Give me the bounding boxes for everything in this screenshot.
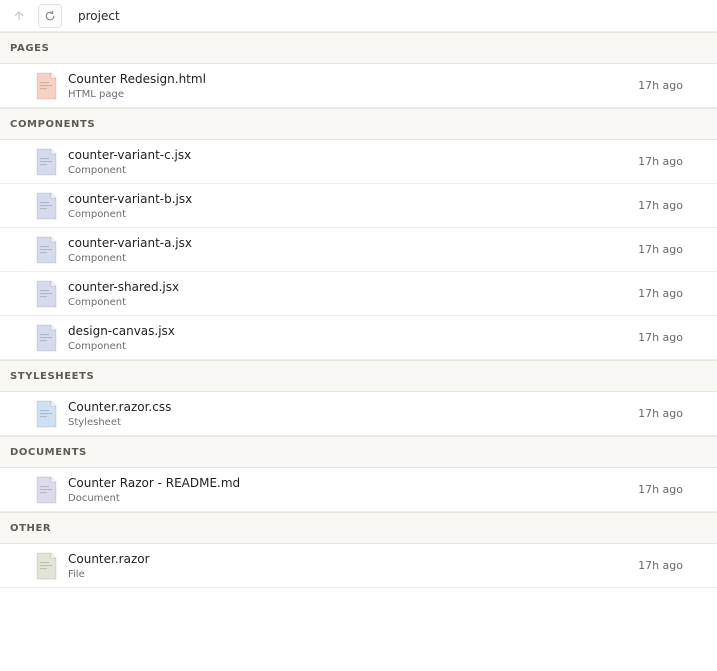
component-file-icon bbox=[36, 192, 57, 220]
arrow-up-icon[interactable] bbox=[7, 4, 31, 28]
toolbar: project bbox=[0, 0, 717, 32]
file-type: Document bbox=[68, 493, 120, 504]
file-modified-time: 17h ago bbox=[638, 331, 683, 344]
file-row[interactable]: Counter Razor - README.md Document 17h ago bbox=[0, 468, 717, 512]
file-type: Stylesheet bbox=[68, 417, 121, 428]
file-name: Counter.razor bbox=[68, 552, 150, 566]
section-header-pages: PAGES bbox=[0, 32, 717, 64]
section-title: STYLESHEETS bbox=[10, 370, 95, 382]
file-modified-time: 17h ago bbox=[638, 407, 683, 420]
component-file-icon bbox=[36, 280, 57, 308]
stylesheet-file-icon bbox=[36, 400, 57, 428]
file-name: Counter.razor.css bbox=[68, 400, 172, 414]
file-name: counter-shared.jsx bbox=[68, 280, 180, 294]
file-type: Component bbox=[68, 341, 127, 352]
file-name: Counter Razor - README.md bbox=[68, 476, 241, 490]
document-file-icon bbox=[36, 476, 57, 504]
file-name: counter-variant-c.jsx bbox=[68, 148, 192, 162]
file-modified-time: 17h ago bbox=[638, 483, 683, 496]
file-type: HTML page bbox=[68, 89, 124, 100]
generic-file-icon bbox=[36, 552, 57, 580]
file-type: Component bbox=[68, 209, 127, 220]
file-name: Counter Redesign.html bbox=[68, 72, 206, 86]
file-modified-time: 17h ago bbox=[638, 79, 683, 92]
section-header-components: COMPONENTS bbox=[0, 108, 717, 140]
section-title: COMPONENTS bbox=[10, 118, 96, 130]
component-file-icon bbox=[36, 148, 57, 176]
file-type: Component bbox=[68, 253, 127, 264]
file-row[interactable]: Counter Redesign.html HTML page 17h ago bbox=[0, 64, 717, 108]
breadcrumb-path[interactable]: project bbox=[78, 9, 120, 23]
component-file-icon bbox=[36, 324, 57, 352]
file-row[interactable]: counter-variant-c.jsx Component 17h ago bbox=[0, 140, 717, 184]
file-modified-time: 17h ago bbox=[638, 287, 683, 300]
file-type: File bbox=[68, 569, 85, 580]
component-file-icon bbox=[36, 236, 57, 264]
file-name: design-canvas.jsx bbox=[68, 324, 175, 338]
section-title: PAGES bbox=[10, 42, 50, 54]
file-modified-time: 17h ago bbox=[638, 559, 683, 572]
file-row[interactable]: counter-shared.jsx Component 17h ago bbox=[0, 272, 717, 316]
refresh-icon[interactable] bbox=[38, 3, 62, 28]
file-row[interactable]: counter-variant-b.jsx Component 17h ago bbox=[0, 184, 717, 228]
section-title: OTHER bbox=[10, 522, 52, 534]
file-row[interactable]: design-canvas.jsx Component 17h ago bbox=[0, 316, 717, 360]
html-file-icon bbox=[36, 72, 57, 100]
file-row[interactable]: counter-variant-a.jsx Component 17h ago bbox=[0, 228, 717, 272]
file-row[interactable]: Counter.razor File 17h ago bbox=[0, 544, 717, 588]
section-header-other: OTHER bbox=[0, 512, 717, 544]
file-type: Component bbox=[68, 165, 127, 176]
file-row[interactable]: Counter.razor.css Stylesheet 17h ago bbox=[0, 392, 717, 436]
file-modified-time: 17h ago bbox=[638, 155, 683, 168]
file-name: counter-variant-b.jsx bbox=[68, 192, 193, 206]
file-type: Component bbox=[68, 297, 127, 308]
section-title: DOCUMENTS bbox=[10, 446, 87, 458]
file-modified-time: 17h ago bbox=[638, 199, 683, 212]
section-header-stylesheets: STYLESHEETS bbox=[0, 360, 717, 392]
section-header-documents: DOCUMENTS bbox=[0, 436, 717, 468]
file-modified-time: 17h ago bbox=[638, 243, 683, 256]
file-name: counter-variant-a.jsx bbox=[68, 236, 192, 250]
